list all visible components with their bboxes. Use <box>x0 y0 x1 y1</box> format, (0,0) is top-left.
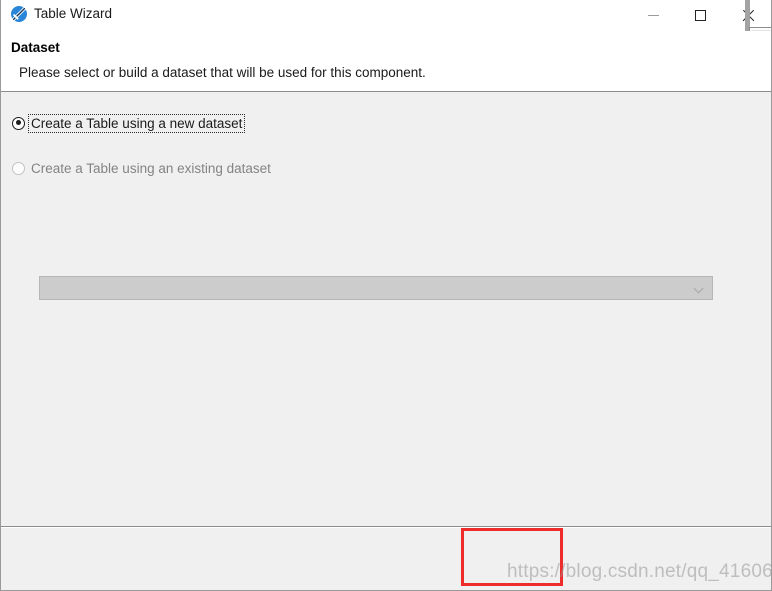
radio-indicator-selected[interactable] <box>12 116 25 130</box>
minimize-button[interactable] <box>630 0 676 30</box>
table-wizard-dialog: Table Wizard Dataset Please select or bu… <box>0 0 772 591</box>
radio-label-new-dataset: Create a Table using a new dataset <box>27 113 246 133</box>
radio-option-existing-dataset[interactable]: Create a Table using an existing dataset <box>12 158 273 178</box>
radio-option-new-dataset[interactable]: Create a Table using a new dataset <box>12 113 246 133</box>
table-wizard-icon <box>10 5 28 23</box>
window-title: Table Wizard <box>34 6 113 21</box>
maximize-button[interactable] <box>677 0 723 30</box>
chevron-down-icon <box>695 284 704 293</box>
page-title: Dataset <box>11 40 60 55</box>
dataset-select-dropdown[interactable] <box>39 276 713 300</box>
wizard-header: Dataset Please select or build a dataset… <box>1 31 771 92</box>
wizard-footer: ? < Back Next > Finish Cancel <box>1 528 771 590</box>
page-description: Please select or build a dataset that wi… <box>19 65 426 80</box>
wizard-content: Create a Table using a new dataset Creat… <box>1 92 771 527</box>
minimize-icon <box>647 14 659 16</box>
radio-indicator-unselected[interactable] <box>12 161 25 175</box>
maximize-icon <box>694 9 706 21</box>
title-bar[interactable]: Table Wizard <box>1 0 771 52</box>
radio-label-existing-dataset: Create a Table using an existing dataset <box>31 160 271 176</box>
